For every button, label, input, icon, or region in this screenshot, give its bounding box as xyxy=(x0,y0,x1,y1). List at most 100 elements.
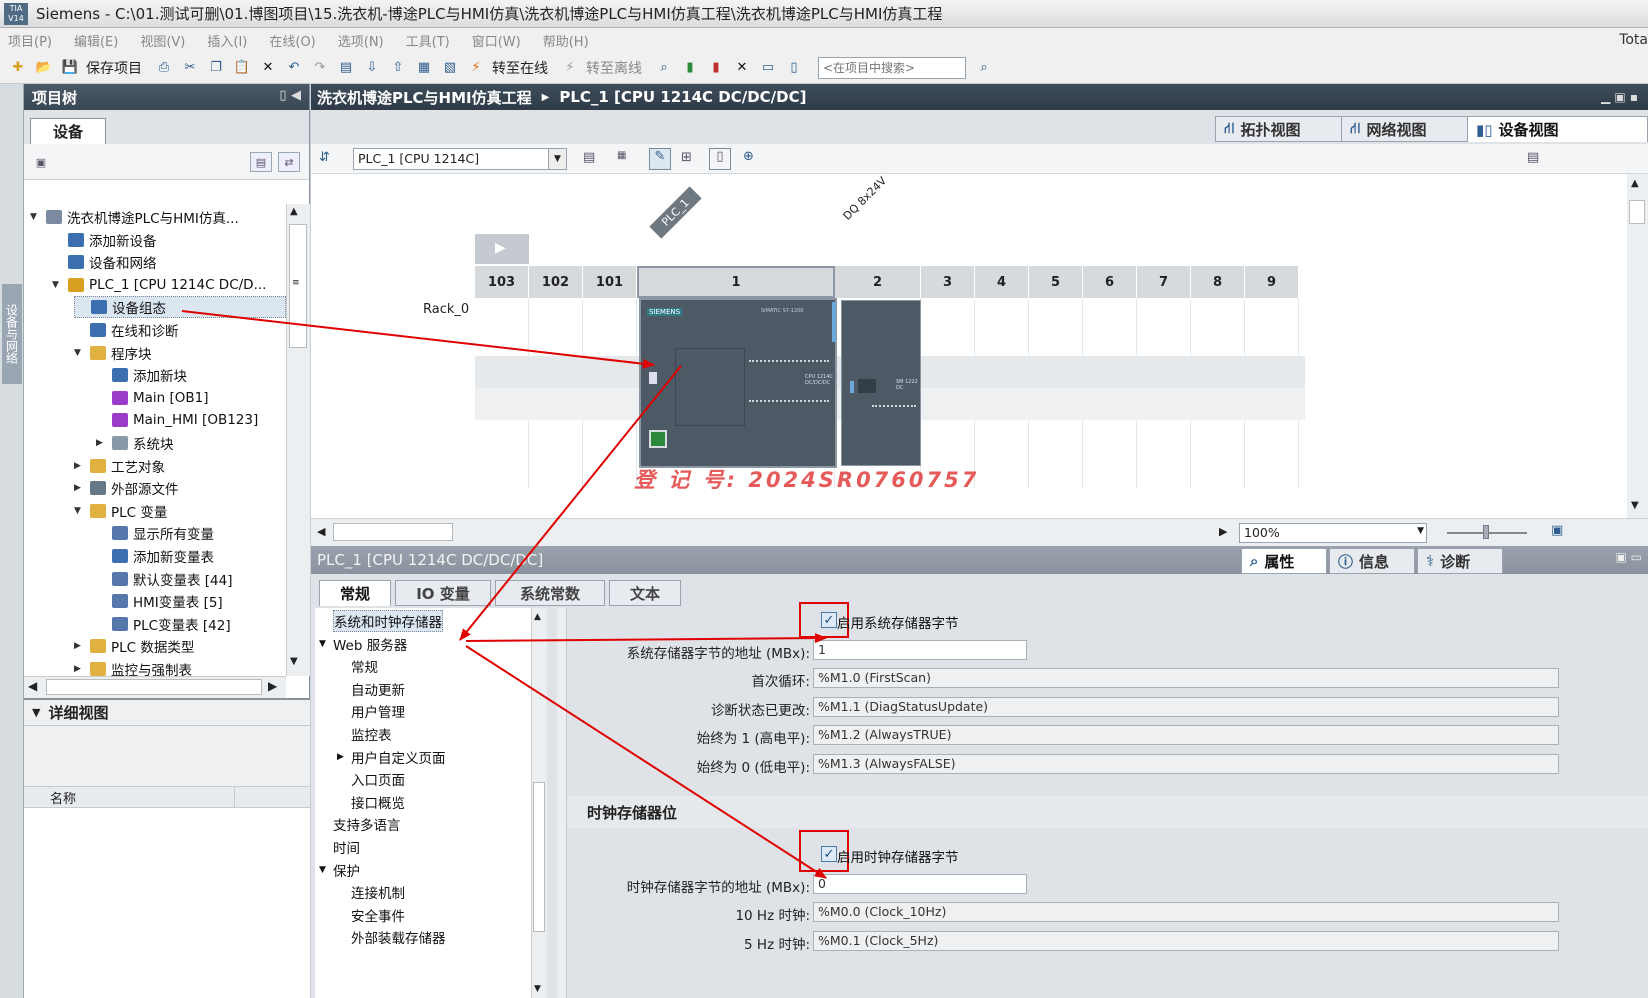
rack-slot-8[interactable]: 8 xyxy=(1191,266,1245,298)
cross-reference-icon[interactable]: ✕ xyxy=(732,58,752,78)
chevron-right-icon[interactable]: ▶ xyxy=(74,483,86,493)
clock-memory-address-input[interactable]: 0 xyxy=(813,874,1027,894)
scroll-right-icon[interactable]: ▶ xyxy=(268,679,277,693)
rack-slot-6[interactable]: 6 xyxy=(1083,266,1137,298)
zoom-slider-thumb[interactable] xyxy=(1483,525,1489,539)
detail-view-header[interactable]: ▼ 详细视图 xyxy=(24,698,310,726)
hscroll-thumb[interactable] xyxy=(333,523,453,541)
collapse-panel-icon[interactable]: ▯ ◀ xyxy=(279,88,301,103)
chevron-right-icon[interactable]: ▶ xyxy=(337,752,345,762)
stop-cpu-icon[interactable]: ▮ xyxy=(706,58,726,78)
menu-tools[interactable]: 工具(T) xyxy=(406,31,450,50)
inspector-nav-item[interactable]: ▼ Web 服务器 xyxy=(319,633,407,655)
grid-icon[interactable]: ⊞ xyxy=(681,150,692,165)
tab-network-view[interactable]: ⛙ 网络视图 xyxy=(1341,116,1469,142)
page-break-icon[interactable]: ▯ xyxy=(709,148,731,170)
tab-io-tags[interactable]: IO 变量 xyxy=(395,580,491,606)
inspector-nav-item[interactable]: 外部装载存储器 xyxy=(351,926,446,948)
chevron-down-icon[interactable]: ▼ xyxy=(1417,526,1424,536)
tab-system-constants[interactable]: 系统常数 xyxy=(495,580,605,606)
rack-slot-9[interactable]: 9 xyxy=(1245,266,1299,298)
go-offline-button[interactable]: 转至离线 xyxy=(586,58,642,78)
hscroll-thumb[interactable] xyxy=(46,679,262,695)
detail-column-header[interactable]: 名称 xyxy=(24,786,310,808)
tree-item[interactable]: ▼ PLC 变量 xyxy=(74,500,286,522)
chevron-down-icon[interactable]: ▼ xyxy=(30,212,42,222)
inspector-nav-item[interactable]: 时间 xyxy=(333,836,360,858)
tree-item[interactable]: ▶ 工艺对象 xyxy=(74,455,286,477)
search-go-icon[interactable]: ⌕ xyxy=(974,58,994,78)
go-online-icon[interactable]: ⚡ xyxy=(466,58,486,78)
tree-item[interactable]: ▶ 外部源文件 xyxy=(74,477,286,499)
fit-view-icon[interactable]: ▣ xyxy=(1551,523,1563,538)
tree-item[interactable]: 设备组态 xyxy=(74,296,286,319)
tree-item[interactable]: PLC变量表 [42] xyxy=(96,613,286,635)
inspector-nav-item[interactable]: 连接机制 xyxy=(351,881,405,903)
upload-icon[interactable]: ⇧ xyxy=(388,58,408,78)
overview-icon[interactable]: ▤ xyxy=(250,152,272,172)
chevron-right-icon[interactable]: ▶ xyxy=(74,641,86,651)
scroll-down-icon[interactable]: ▼ xyxy=(1631,500,1639,511)
tree-item[interactable]: ▶ PLC 数据类型 xyxy=(74,635,286,657)
inspector-nav-item[interactable]: 支持多语言 xyxy=(333,813,401,835)
rack-slot-4[interactable]: 4 xyxy=(975,266,1029,298)
scroll-up-icon[interactable]: ▲ xyxy=(534,612,541,622)
breadcrumb-plc[interactable]: PLC_1 [CPU 1214C DC/DC/DC] xyxy=(559,88,806,106)
chevron-right-icon[interactable]: ▶ xyxy=(96,438,108,448)
save-project-icon[interactable]: 💾 xyxy=(60,58,80,78)
refresh-icon[interactable]: ⇄ xyxy=(278,152,300,172)
rack-slot-103[interactable]: 103 xyxy=(475,266,529,298)
settings-panel-icon[interactable]: ▤ xyxy=(1527,150,1539,165)
inspector-nav-item[interactable]: ▼ 保护 xyxy=(319,859,360,881)
inspector-nav-item[interactable]: 自动更新 xyxy=(351,678,405,700)
tree-item[interactable]: ▶ 监控与强制表 xyxy=(74,658,286,678)
expand-rack-button[interactable]: ▶ xyxy=(475,234,529,264)
go-online-button[interactable]: 转至在线 xyxy=(492,58,548,78)
tab-devices[interactable]: 设备 xyxy=(30,118,106,144)
inspector-nav-item[interactable]: 常规 xyxy=(351,655,378,677)
window-controls-icon[interactable]: ▣ ▭ xyxy=(1616,550,1643,564)
tab-properties[interactable]: ⌕ 属性 xyxy=(1241,548,1327,574)
breadcrumb-project[interactable]: 洗衣机博途PLC与HMI仿真工程 xyxy=(317,87,532,108)
tab-texts[interactable]: 文本 xyxy=(609,580,681,606)
chevron-right-icon[interactable]: ▶ xyxy=(74,461,86,471)
scroll-right-icon[interactable]: ▶ xyxy=(1219,525,1227,538)
tree-item[interactable]: 默认变量表 [44] xyxy=(96,568,286,590)
canvas-vertical-scrollbar[interactable]: ▲ ▼ xyxy=(1627,174,1648,518)
inspector-nav-item[interactable]: 接口概览 xyxy=(351,791,405,813)
compile-icon[interactable]: ▤ xyxy=(336,58,356,78)
tab-info[interactable]: ⓘ 信息 xyxy=(1329,548,1415,574)
scroll-left-icon[interactable]: ◀ xyxy=(28,679,37,693)
tree-item[interactable]: HMI变量表 [5] xyxy=(96,590,286,612)
cut-icon[interactable]: ✂ xyxy=(180,58,200,78)
scroll-left-icon[interactable]: ◀ xyxy=(317,525,325,538)
rack-slot-102[interactable]: 102 xyxy=(529,266,583,298)
rack-slot-5[interactable]: 5 xyxy=(1029,266,1083,298)
tree-item[interactable]: 在线和诊断 xyxy=(74,319,286,341)
open-project-icon[interactable]: 📂 xyxy=(34,58,54,78)
scroll-up-icon[interactable]: ▲ xyxy=(1631,178,1639,189)
tree-item[interactable]: ▼ 洗衣机博途PLC与HMI仿真... xyxy=(30,206,286,228)
rack-slot-7[interactable]: 7 xyxy=(1137,266,1191,298)
tree-item[interactable]: 添加新块 xyxy=(96,364,286,386)
device-selector-dropdown[interactable]: PLC_1 [CPU 1214C] ▼ xyxy=(353,148,567,170)
accessible-devices-icon[interactable]: ⌕ xyxy=(654,58,674,78)
system-memory-address-input[interactable]: 1 xyxy=(813,640,1027,660)
menu-help[interactable]: 帮助(H) xyxy=(543,31,589,50)
print-icon[interactable]: ⎙ xyxy=(154,58,174,78)
save-project-button[interactable]: 保存项目 xyxy=(86,58,142,78)
start-cpu-icon[interactable]: ▮ xyxy=(680,58,700,78)
tree-item[interactable]: ▶ 系统块 xyxy=(96,432,286,454)
menu-edit[interactable]: 编辑(E) xyxy=(74,31,118,50)
inspector-nav-item[interactable]: ▶ 用户自定义页面 xyxy=(337,746,446,768)
tree-item[interactable]: 添加新变量表 xyxy=(96,545,286,567)
chevron-down-icon[interactable]: ▼ xyxy=(548,149,566,169)
new-group-icon[interactable]: ▣ xyxy=(30,152,52,172)
tree-item[interactable]: ▼ PLC_1 [CPU 1214C DC/D... xyxy=(52,274,286,296)
project-search-input[interactable] xyxy=(818,56,966,79)
inspector-nav-item[interactable]: 用户管理 xyxy=(351,700,405,722)
tab-general[interactable]: 常规 xyxy=(319,580,391,606)
zoom-in-icon[interactable]: ⊕ xyxy=(743,149,754,164)
tab-diagnostics[interactable]: ⚕ 诊断 xyxy=(1417,548,1503,574)
inspector-nav-scrollbar[interactable]: ▲ ▼ xyxy=(531,608,547,998)
